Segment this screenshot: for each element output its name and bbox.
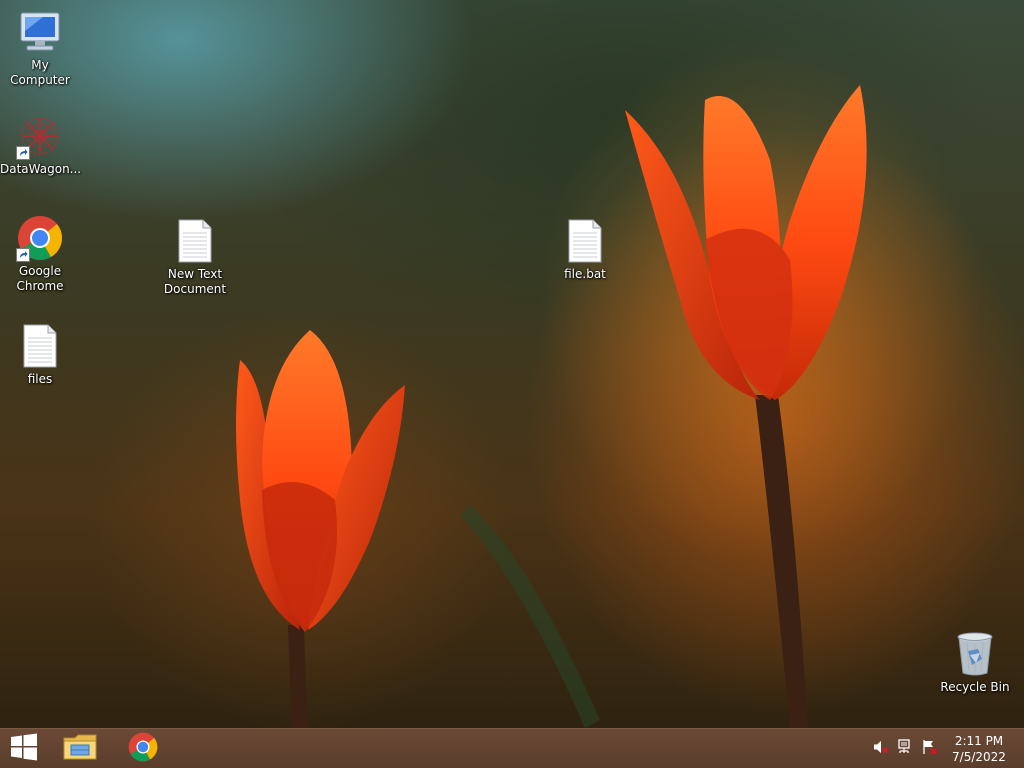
desktop-icon-files[interactable]: files	[0, 322, 80, 387]
windows-logo-icon	[10, 733, 38, 765]
chrome-taskbar-button[interactable]	[113, 729, 173, 768]
desktop-icon-label: New Text Document	[163, 267, 227, 296]
volume-muted-icon	[873, 739, 889, 759]
chrome-icon	[16, 214, 64, 262]
clock-date: 7/5/2022	[952, 750, 1006, 764]
text-file-icon	[171, 217, 219, 265]
desktop-icon-new-text-document[interactable]: New Text Document	[155, 217, 235, 297]
shortcut-arrow-icon	[16, 248, 30, 262]
desktop-icon-recycle-bin[interactable]: Recycle Bin	[935, 630, 1015, 695]
text-file-icon	[561, 217, 609, 265]
datawagon-icon	[16, 112, 64, 160]
file-explorer-taskbar-button[interactable]	[50, 729, 110, 768]
tulip-wallpaper-art	[236, 40, 980, 728]
start-button[interactable]	[0, 729, 48, 768]
taskbar-clock[interactable]: 2:11 PM 7/5/2022	[934, 729, 1024, 768]
desktop-icon-google-chrome[interactable]: Google Chrome	[0, 214, 80, 294]
desktop-wallpaper	[0, 0, 1024, 728]
desktop-icon-label: files	[27, 372, 53, 386]
desktop-icon-label: Google Chrome	[16, 264, 64, 293]
computer-icon	[16, 8, 64, 56]
chrome-icon	[128, 732, 158, 766]
desktop-icon-label: file.bat	[564, 267, 606, 281]
text-file-icon	[16, 322, 64, 370]
taskbar: 2:11 PM 7/5/2022	[0, 728, 1024, 768]
network-tray-button[interactable]	[896, 729, 916, 768]
desktop-icon-label: DataWagon...	[0, 162, 82, 176]
network-icon	[898, 739, 914, 759]
recycle-bin-icon	[951, 630, 999, 678]
clock-time: 2:11 PM	[954, 734, 1004, 748]
folder-icon	[63, 732, 97, 766]
volume-tray-button[interactable]	[872, 729, 890, 768]
desktop-icon-datawagon[interactable]: DataWagon...	[0, 112, 82, 177]
shortcut-arrow-icon	[16, 146, 30, 160]
desktop-icon-label: My Computer	[10, 58, 70, 87]
desktop-icon-my-computer[interactable]: My Computer	[0, 8, 80, 88]
desktop-icon-label: Recycle Bin	[940, 680, 1010, 694]
desktop-icon-file-bat[interactable]: file.bat	[545, 217, 625, 282]
